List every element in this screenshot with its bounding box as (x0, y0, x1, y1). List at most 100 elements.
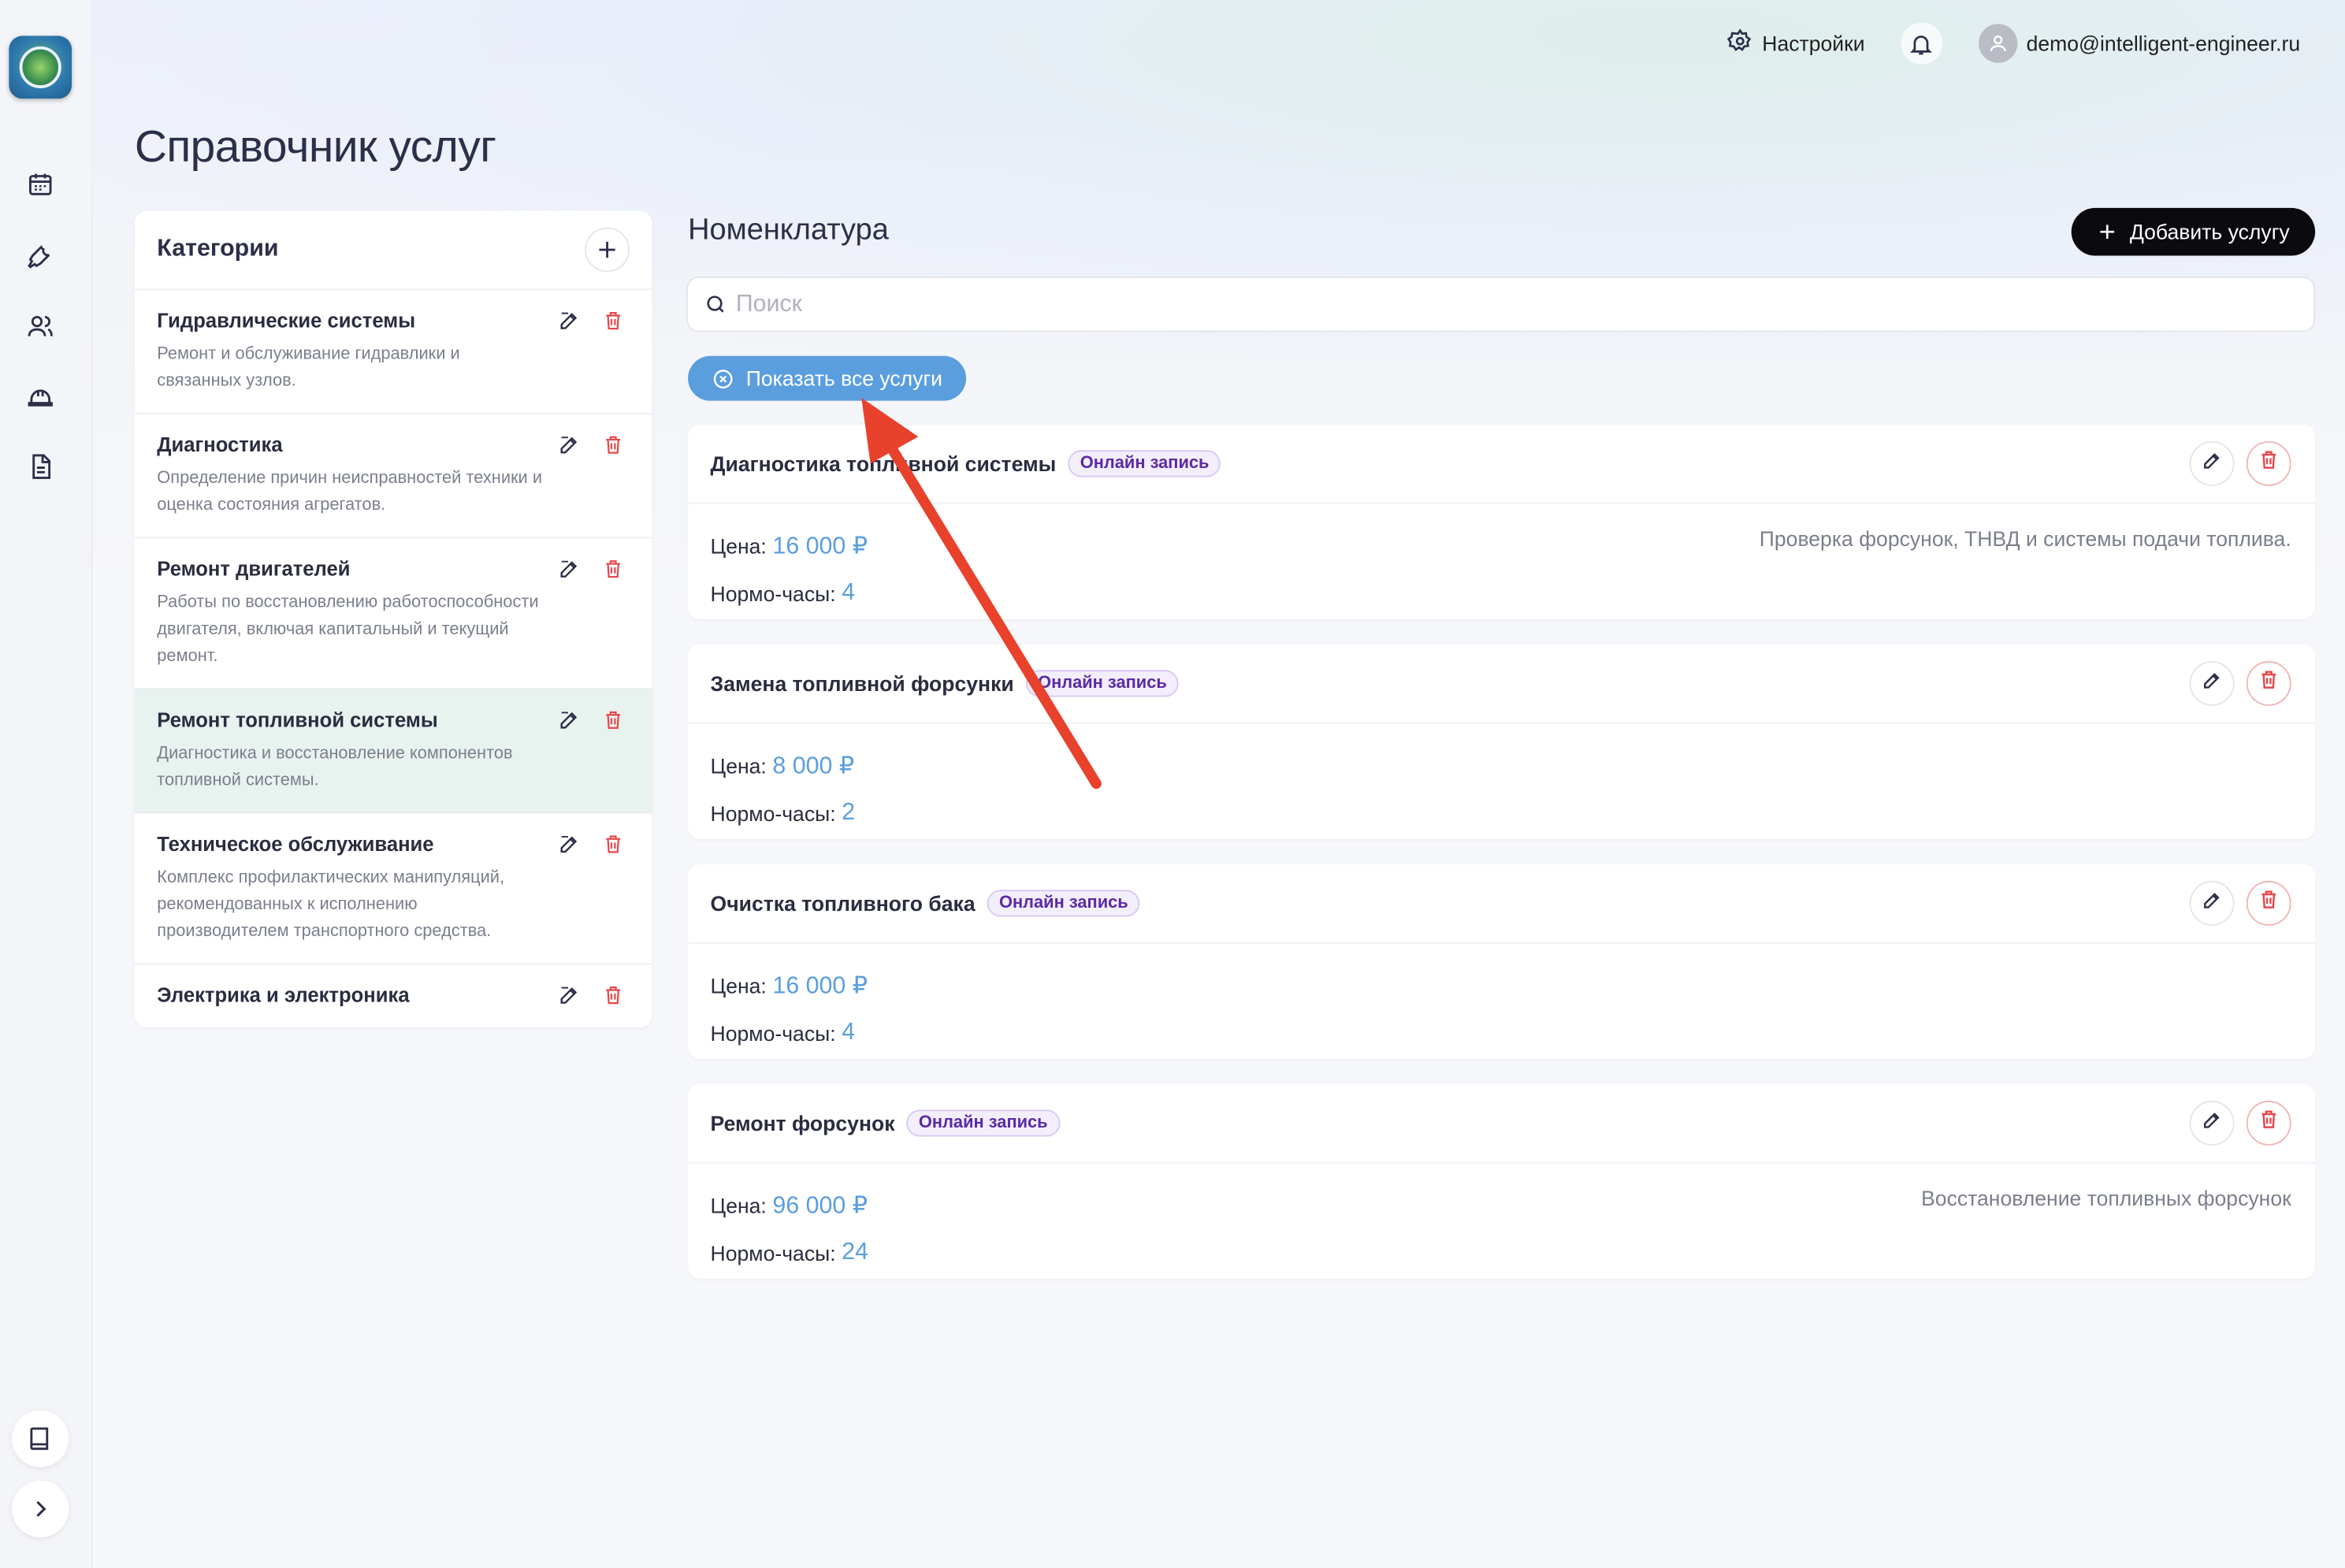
price-label: Цена: (710, 753, 767, 778)
hours-label: Нормо-часы: (710, 1241, 836, 1265)
show-all-services-button[interactable]: Показать все услуги (688, 355, 967, 401)
category-description: Определение причин неисправностей техник… (157, 469, 543, 515)
settings-label: Настройки (1762, 31, 1865, 56)
delete-service-button[interactable] (2246, 880, 2291, 926)
service-card: Диагностика топливной системы Онлайн запи… (688, 425, 2316, 619)
edit-icon[interactable] (556, 708, 580, 731)
page-title: Справочник услуг (134, 122, 496, 173)
service-name: Ремонт форсунок (710, 1111, 895, 1135)
hours-value: 4 (842, 1020, 856, 1046)
close-circle-icon (713, 369, 733, 388)
trash-icon[interactable] (601, 433, 625, 456)
category-item[interactable]: Ремонт топливной системы Диагностика и во… (134, 689, 652, 814)
delete-service-button[interactable] (2246, 440, 2291, 486)
users-icon[interactable] (25, 311, 55, 341)
app-logo[interactable] (9, 35, 72, 99)
avatar (1978, 24, 2018, 63)
service-card: Замена топливной форсунки Онлайн запись Це… (688, 645, 2316, 839)
delete-service-button[interactable] (2246, 660, 2291, 706)
add-category-button[interactable] (585, 227, 630, 273)
price-value: 16 000 ₽ (772, 533, 868, 559)
edit-icon (2202, 449, 2223, 477)
sidebar (0, 0, 93, 1568)
edit-icon[interactable] (556, 556, 580, 580)
online-booking-badge: Онлайн запись (1025, 670, 1179, 697)
trash-icon[interactable] (601, 831, 625, 855)
trash-icon (2258, 888, 2280, 918)
nomenclature-title: Номенклатура (688, 214, 889, 247)
hours-value: 24 (842, 1239, 868, 1265)
online-booking-badge: Онлайн запись (906, 1109, 1060, 1137)
edit-icon (2202, 669, 2223, 697)
edit-service-button[interactable] (2189, 660, 2235, 706)
service-card: Очистка топливного бака Онлайн запись Цена… (688, 864, 2316, 1059)
edit-service-button[interactable] (2189, 880, 2235, 926)
chevron-right-icon[interactable] (12, 1481, 69, 1538)
edit-icon (2202, 889, 2223, 917)
add-service-label: Добавить услугу (2129, 220, 2290, 244)
categories-panel: Категории Гидравлические системы Ремонт и… (134, 210, 652, 1027)
trash-icon[interactable] (601, 983, 625, 1006)
calendar-icon[interactable] (25, 169, 55, 199)
document-icon[interactable] (25, 451, 55, 481)
category-item[interactable]: Гидравлические системы Ремонт и обслужива… (134, 290, 652, 414)
edit-icon[interactable] (556, 831, 580, 855)
edit-service-button[interactable] (2189, 440, 2235, 486)
edit-icon[interactable] (556, 433, 580, 456)
service-card: Ремонт форсунок Онлайн запись Цена: 96 000 … (688, 1084, 2316, 1279)
edit-icon[interactable] (556, 308, 580, 332)
categories-title: Категории (157, 236, 279, 262)
plus-icon (599, 241, 615, 258)
hours-label: Нормо-часы: (710, 1021, 836, 1046)
wrench-icon[interactable] (25, 241, 55, 271)
trash-icon (2258, 1108, 2280, 1138)
trash-icon[interactable] (601, 308, 625, 332)
category-description: Работы по восстановлению работоспособнос… (157, 593, 539, 666)
hours-value: 2 (842, 800, 856, 826)
user-menu[interactable]: demo@intelligent-engineer.ru (1978, 24, 2301, 63)
category-item[interactable]: Электрика и электроника (135, 964, 652, 1027)
category-item[interactable]: Техническое обслуживание Комплекс профила… (134, 814, 652, 965)
category-item[interactable]: Диагностика Определение причин неисправно… (134, 414, 652, 539)
categories-header: Категории (134, 211, 652, 291)
edit-service-button[interactable] (2189, 1100, 2235, 1146)
trash-icon (2258, 668, 2280, 698)
hours-label: Нормо-часы: (710, 581, 836, 606)
service-name: Очистка топливного бака (710, 891, 976, 916)
gear-icon (1727, 28, 1753, 58)
online-booking-badge: Онлайн запись (987, 890, 1140, 917)
service-name: Диагностика топливной системы (710, 451, 1057, 476)
plus-icon (2100, 225, 2115, 240)
price-value: 16 000 ₽ (772, 973, 868, 999)
book-icon[interactable] (12, 1410, 69, 1467)
price-label: Цена: (710, 1193, 767, 1217)
top-bar: Настройки demo@intelligent-engineer.ru (1727, 21, 2301, 66)
service-description: Проверка форсунок, ТНВД и системы подачи… (1759, 526, 2291, 551)
edit-icon (2202, 1109, 2223, 1137)
delete-service-button[interactable] (2246, 1100, 2291, 1146)
show-all-label: Показать все услуги (745, 366, 943, 391)
settings-button[interactable]: Настройки (1727, 28, 1865, 58)
trash-icon (2258, 448, 2280, 478)
hours-label: Нормо-часы: (710, 801, 836, 826)
search-icon (707, 295, 724, 313)
search-field[interactable] (686, 277, 2316, 333)
price-value: 8 000 ₽ (772, 753, 855, 779)
search-input[interactable] (735, 291, 2232, 318)
service-description: Восстановление топливных форсунок (1921, 1186, 2291, 1210)
price-value: 96 000 ₽ (772, 1193, 868, 1219)
trash-icon[interactable] (601, 556, 625, 580)
category-item[interactable]: Ремонт двигателей Работы по восстановлени… (134, 538, 652, 689)
edit-icon[interactable] (556, 983, 580, 1006)
category-description: Ремонт и обслуживание гидравлики и связа… (157, 345, 460, 391)
user-email: demo@intelligent-engineer.ru (2026, 31, 2301, 56)
category-description: Диагностика и восстановление компонентов… (157, 745, 513, 790)
notifications-button[interactable] (1901, 22, 1943, 65)
trash-icon[interactable] (601, 708, 625, 731)
category-description: Комплекс профилактических манипуляций, р… (157, 868, 505, 941)
price-label: Цена: (710, 973, 767, 998)
hours-value: 4 (842, 580, 856, 606)
add-service-button[interactable]: Добавить услугу (2071, 207, 2316, 256)
service-name: Замена топливной форсунки (710, 671, 1014, 696)
helmet-icon[interactable] (25, 381, 55, 411)
